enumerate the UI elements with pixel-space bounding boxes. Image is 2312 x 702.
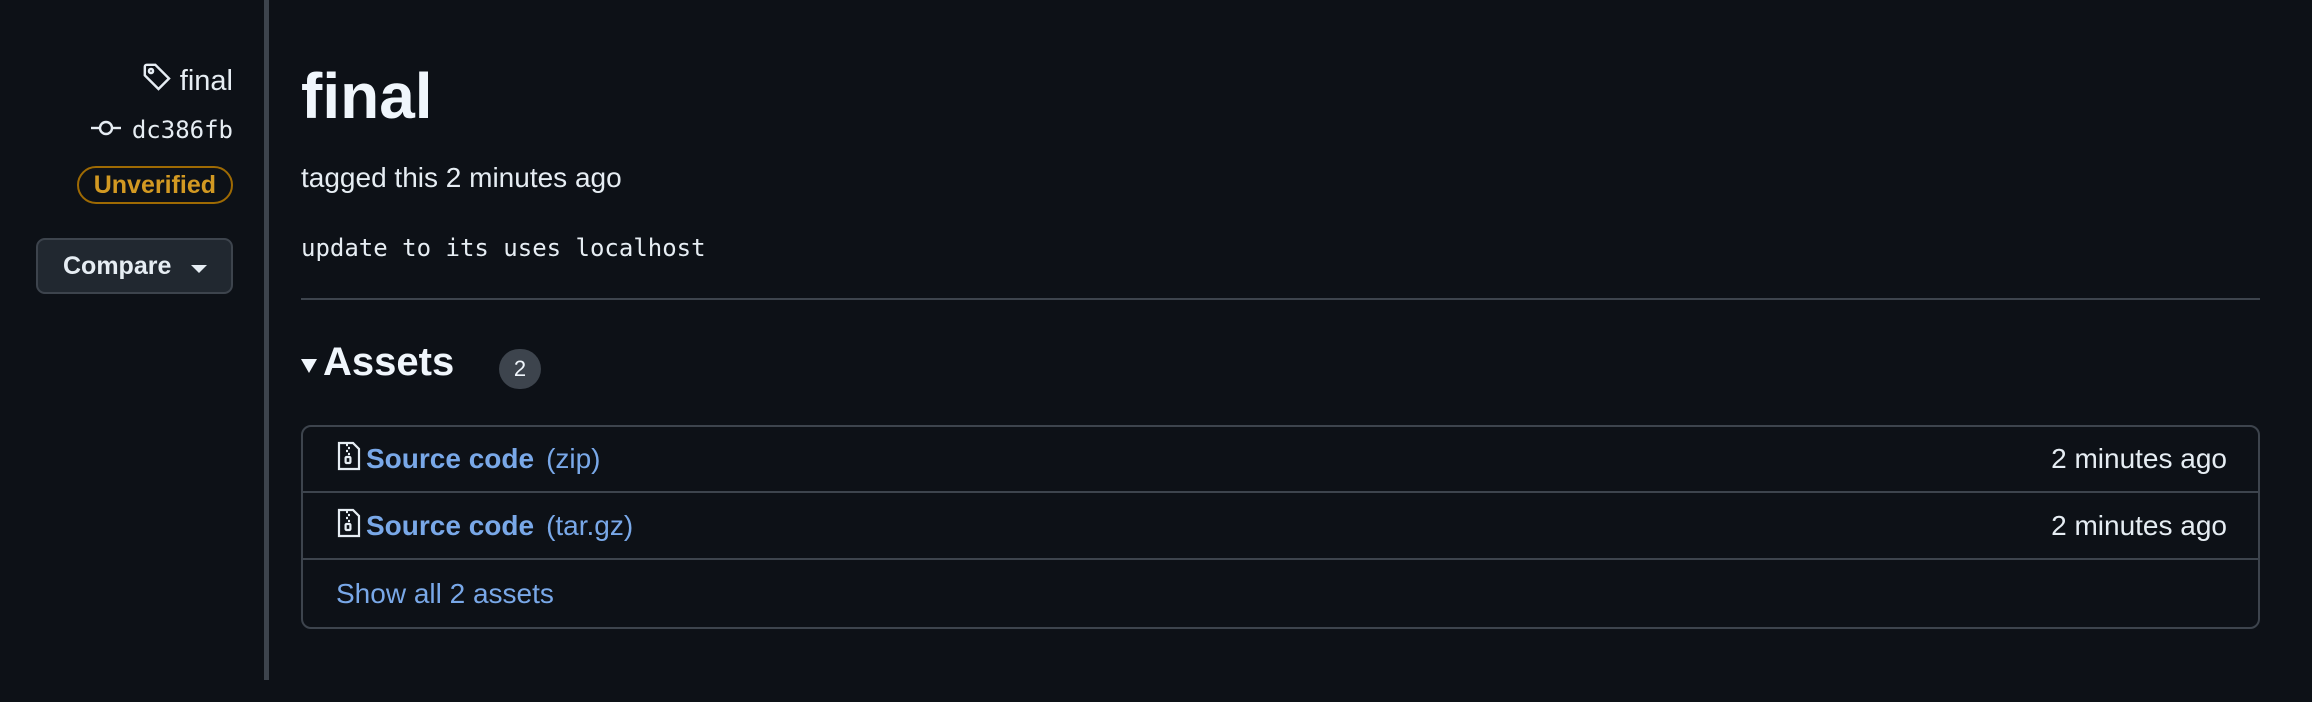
asset-link[interactable]: Source code (zip) (336, 440, 601, 479)
tag-link[interactable]: final (142, 62, 233, 100)
compare-label: Compare (63, 251, 172, 280)
assets-list: Source code (zip) 2 minutes ago Source c… (301, 425, 2260, 629)
release-message: update to its uses localhost (301, 234, 706, 262)
timeline-divider (264, 0, 269, 680)
tag-icon (142, 62, 172, 100)
compare-button[interactable]: Compare (36, 238, 233, 294)
asset-row: Source code (zip) 2 minutes ago (303, 427, 2258, 493)
file-zip-icon (336, 507, 362, 546)
assets-heading: Assets (323, 340, 455, 384)
caret-down-icon (191, 265, 207, 273)
unverified-badge[interactable]: Unverified (76, 166, 233, 204)
separator (301, 298, 2260, 300)
tagged-time: tagged this 2 minutes ago (301, 162, 622, 193)
commit-link[interactable]: dc386fb (90, 116, 233, 144)
git-commit-icon (90, 116, 122, 144)
assets-count-badge: 2 (499, 349, 541, 389)
show-all-assets-link[interactable]: Show all 2 assets (336, 578, 554, 610)
release-sidebar: final dc386fb Unverified Compare (0, 0, 233, 702)
asset-ext: (tar.gz) (546, 510, 634, 541)
show-all-row: Show all 2 assets (303, 561, 2258, 627)
asset-time: 2 minutes ago (2051, 443, 2227, 474)
asset-row: Source code (tar.gz) 2 minutes ago (303, 494, 2258, 560)
release-title[interactable]: final (301, 58, 433, 134)
assets-toggle[interactable]: Assets (301, 340, 454, 385)
asset-link[interactable]: Source code (tar.gz) (336, 507, 633, 546)
asset-name: Source code (366, 443, 535, 474)
asset-name: Source code (366, 510, 535, 541)
file-zip-icon (336, 440, 362, 479)
commit-sha: dc386fb (131, 116, 233, 144)
tag-name: final (179, 64, 233, 97)
triangle-down-icon (301, 358, 317, 373)
asset-ext: (zip) (546, 443, 601, 474)
asset-time: 2 minutes ago (2051, 510, 2227, 541)
